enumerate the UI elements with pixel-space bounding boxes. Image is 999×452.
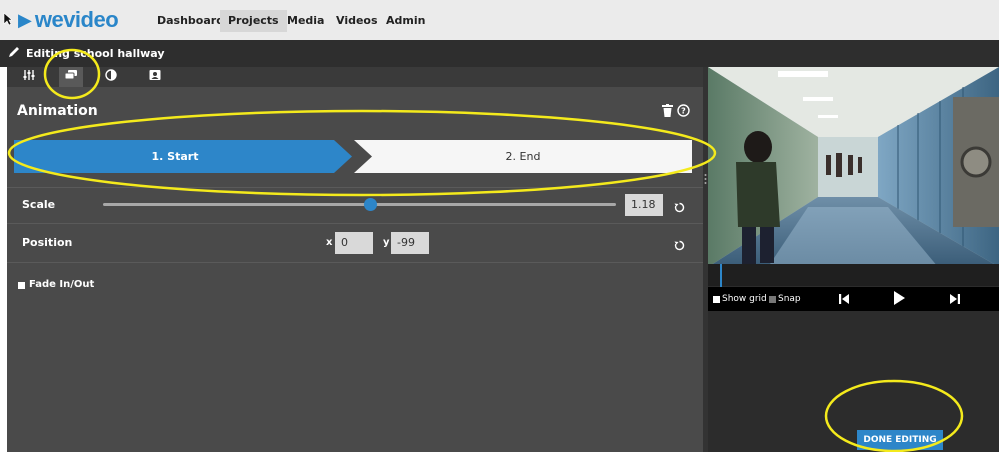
step-end[interactable]: 2. End [354, 140, 692, 173]
divider [7, 187, 703, 188]
sliders-icon [22, 68, 36, 86]
position-x-input[interactable]: 0 [335, 232, 373, 254]
x-label: x [326, 237, 333, 248]
editing-title: Editing school hallway [26, 47, 165, 60]
reset-position-icon[interactable] [674, 238, 685, 251]
snap-checkbox[interactable] [769, 296, 776, 303]
nav-videos[interactable]: Videos [328, 10, 386, 32]
done-editing-button[interactable]: DONE EDITING [857, 430, 943, 450]
tab-image[interactable] [143, 67, 167, 87]
video-preview[interactable] [708, 67, 999, 285]
help-icon[interactable]: ? [677, 104, 690, 117]
position-y-input[interactable]: -99 [391, 232, 429, 254]
animation-steps: 1. Start 2. End [14, 140, 692, 173]
nav-media[interactable]: Media [279, 10, 332, 32]
layers-icon [64, 68, 78, 86]
splitter-handle-icon[interactable] [704, 172, 707, 184]
reset-scale-icon[interactable] [674, 200, 685, 213]
scale-slider[interactable] [103, 203, 616, 206]
brand-name: wevideo [34, 7, 119, 32]
timeline-bar[interactable] [708, 264, 999, 286]
snap-label: Snap [778, 294, 801, 304]
skip-forward-icon[interactable] [949, 292, 961, 310]
cursor-icon [3, 12, 13, 26]
contrast-icon [105, 68, 117, 86]
scale-value-input[interactable]: 1.18 [625, 194, 663, 216]
playhead[interactable] [720, 264, 722, 288]
scale-label: Scale [22, 198, 56, 211]
tab-animation[interactable] [59, 67, 83, 87]
y-label: y [383, 237, 390, 248]
step-start[interactable]: 1. Start [14, 140, 336, 173]
image-icon [149, 68, 161, 86]
animation-title: Animation [17, 103, 98, 119]
svg-text:?: ? [681, 107, 686, 116]
pencil-icon [7, 45, 21, 59]
tool-tabs [7, 67, 703, 87]
tab-color[interactable] [99, 67, 123, 87]
play-icon[interactable] [893, 291, 906, 310]
tab-adjustments[interactable] [17, 67, 41, 87]
nav-projects[interactable]: Projects [220, 10, 287, 32]
skip-back-icon[interactable] [838, 292, 850, 310]
divider [7, 223, 703, 224]
fade-label: Fade In/Out [29, 279, 95, 290]
trash-icon[interactable] [662, 104, 673, 117]
show-grid-checkbox[interactable] [713, 296, 720, 303]
animation-panel [7, 67, 703, 452]
show-grid-label: Show grid [722, 294, 767, 304]
wevideo-logo[interactable]: ▶ wevideo [18, 7, 119, 33]
play-mark-icon: ▶ [18, 9, 32, 30]
scale-slider-thumb[interactable] [363, 198, 377, 211]
fade-checkbox[interactable] [18, 282, 25, 289]
position-label: Position [22, 236, 73, 249]
nav-admin[interactable]: Admin [378, 10, 433, 32]
editing-bar: Editing school hallway [0, 40, 999, 67]
divider [7, 262, 703, 263]
